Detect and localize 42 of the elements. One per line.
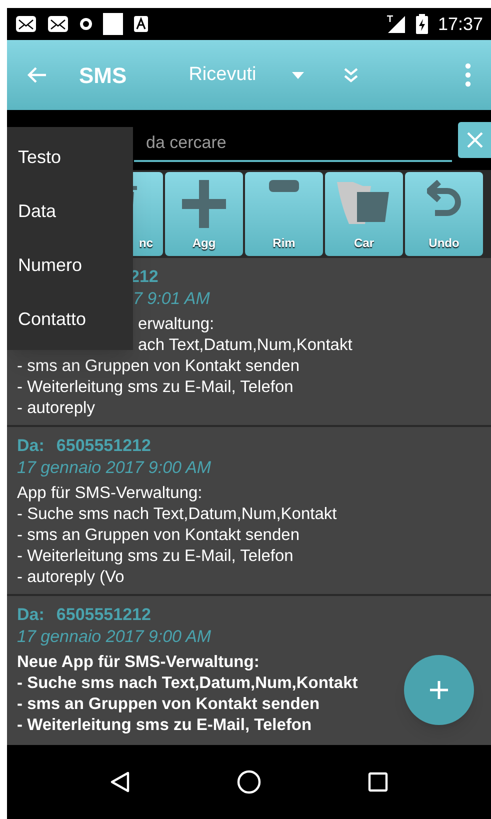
- blank-square-icon: [103, 13, 123, 35]
- recents-icon[interactable]: [368, 772, 388, 792]
- message-text: - Weiterleitung sms zu E-Mail, Telefon: [17, 546, 294, 567]
- plus-icon: [182, 180, 226, 228]
- message-text: App für SMS-Verwaltung:: [17, 483, 202, 504]
- home-icon[interactable]: [236, 770, 261, 794]
- sender-number: 6505551212: [56, 435, 151, 457]
- menu-item[interactable]: Data: [7, 192, 133, 232]
- message-text: - Suche sms nach Text,Datum,Num,Kontakt: [17, 673, 358, 694]
- message-text: - Suche sms nach Text,Datum,Num,Kontakt: [17, 504, 337, 525]
- menu-item[interactable]: Contatto: [7, 300, 133, 339]
- message-date: 17 gennaio 2017 9:00 AM: [17, 627, 212, 646]
- search-field[interactable]: da cercare: [134, 126, 452, 162]
- message-text: - autoreply (Vo: [17, 567, 124, 588]
- sender-number: 6505551212: [56, 604, 151, 626]
- message-text: - sms an Gruppen von Kontakt senden: [17, 525, 300, 546]
- back-icon[interactable]: [110, 771, 130, 793]
- signal-icon: [386, 15, 406, 33]
- folder-icon: [337, 180, 391, 224]
- plus-icon: [429, 680, 449, 700]
- sender-label: Da:: [17, 435, 44, 457]
- battery-icon: [416, 14, 428, 34]
- message-text: ach Text,Datum,Num,Kontakt: [138, 335, 352, 356]
- close-icon: [466, 132, 482, 148]
- message-text: - sms an Gruppen von Kontakt senden: [17, 694, 320, 715]
- status-time: 17:37: [438, 12, 483, 36]
- mail-icon: [15, 15, 37, 33]
- message-text: - Weiterleitung sms zu E-Mail, Telefon: [17, 715, 312, 736]
- mail-icon: [47, 15, 69, 33]
- sender-label: Da:: [17, 604, 44, 626]
- message-text: Neue App für SMS-Verwaltung:: [17, 652, 260, 673]
- app-title: SMS: [79, 62, 127, 90]
- message-text: erwaltung:: [138, 314, 214, 335]
- dropdown-caret-icon: [292, 72, 304, 78]
- minus-icon: [269, 180, 299, 192]
- message-date: 17 gennaio 2017 9:00 AM: [17, 458, 212, 477]
- message-text: - autoreply: [17, 398, 95, 419]
- message-date: 7 9:01 AM: [133, 289, 210, 308]
- message-text: - sms an Gruppen von Kontakt senden: [17, 356, 300, 377]
- undo-icon: [427, 180, 461, 218]
- message-text: - Weiterleitung sms zu E-Mail, Telefon: [17, 377, 294, 398]
- letter-a-icon: [133, 15, 149, 33]
